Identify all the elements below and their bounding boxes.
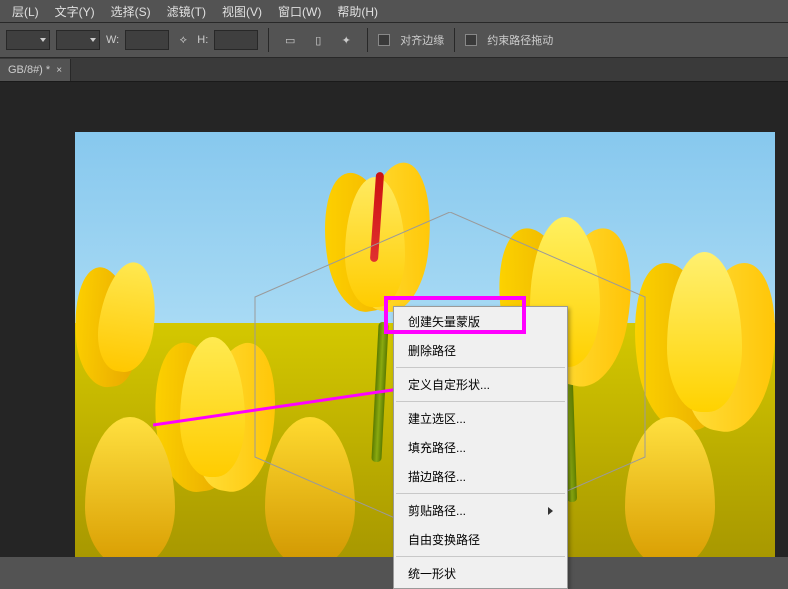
width-input[interactable] (125, 30, 169, 50)
document-tab[interactable]: GB/8#) * × (0, 59, 71, 81)
menu-bar: 层(L) 文字(Y) 选择(S) 滤镜(T) 视图(V) 窗口(W) 帮助(H) (0, 0, 788, 22)
path-align-icon[interactable]: ▭ (279, 29, 301, 51)
menu-free-transform-path[interactable]: 自由变换路径 (394, 525, 567, 554)
shape-mode-dropdown[interactable] (6, 30, 50, 50)
image-detail (595, 417, 755, 557)
menu-window[interactable]: 窗口(W) (270, 3, 329, 20)
image-detail (235, 417, 395, 557)
menu-view[interactable]: 视图(V) (214, 3, 270, 20)
menu-text[interactable]: 文字(Y) (47, 3, 103, 20)
divider (454, 28, 455, 52)
document-tab-bar: GB/8#) * × (0, 58, 788, 82)
menu-unify-shape[interactable]: 统一形状 (394, 559, 567, 588)
menu-layer[interactable]: 层(L) (4, 3, 47, 20)
menu-filter[interactable]: 滤镜(T) (159, 3, 214, 20)
menu-separator (396, 367, 565, 368)
width-label: W: (106, 34, 119, 46)
submenu-arrow-icon (548, 507, 553, 515)
menu-separator (396, 401, 565, 402)
menu-define-custom-shape[interactable]: 定义自定形状... (394, 370, 567, 399)
align-edges-label: 对齐边缘 (400, 32, 444, 48)
menu-stroke-path[interactable]: 描边路径... (394, 462, 567, 491)
chevron-down-icon (40, 38, 46, 42)
close-icon[interactable]: × (56, 65, 62, 76)
divider (268, 28, 269, 52)
path-options-icon[interactable]: ✦ (335, 29, 357, 51)
constrain-path-checkbox[interactable] (465, 34, 477, 46)
align-edges-checkbox[interactable] (378, 34, 390, 46)
menu-help[interactable]: 帮助(H) (329, 3, 386, 20)
image-detail (635, 252, 775, 442)
path-arrange-icon[interactable]: ▯ (307, 29, 329, 51)
menu-fill-path[interactable]: 填充路径... (394, 433, 567, 462)
fill-dropdown[interactable] (56, 30, 100, 50)
tab-label: GB/8#) * (8, 64, 50, 76)
menu-select[interactable]: 选择(S) (103, 3, 159, 20)
menu-delete-path[interactable]: 删除路径 (394, 336, 567, 365)
menu-separator (396, 493, 565, 494)
options-bar: W: ⟡ H: ▭ ▯ ✦ 对齐边缘 约束路径拖动 (0, 22, 788, 58)
menu-clipping-path[interactable]: 剪贴路径... (394, 496, 567, 525)
link-icon[interactable]: ⟡ (175, 32, 191, 48)
image-detail (75, 417, 225, 557)
image-detail (75, 262, 155, 392)
constrain-path-label: 约束路径拖动 (487, 32, 553, 48)
menu-create-vector-mask[interactable]: 创建矢量蒙版 (394, 307, 567, 336)
height-input[interactable] (214, 30, 258, 50)
height-label: H: (197, 34, 208, 46)
chevron-down-icon (90, 38, 96, 42)
context-menu: 创建矢量蒙版 删除路径 定义自定形状... 建立选区... 填充路径... 描边… (393, 306, 568, 589)
divider (367, 28, 368, 52)
menu-make-selection[interactable]: 建立选区... (394, 404, 567, 433)
